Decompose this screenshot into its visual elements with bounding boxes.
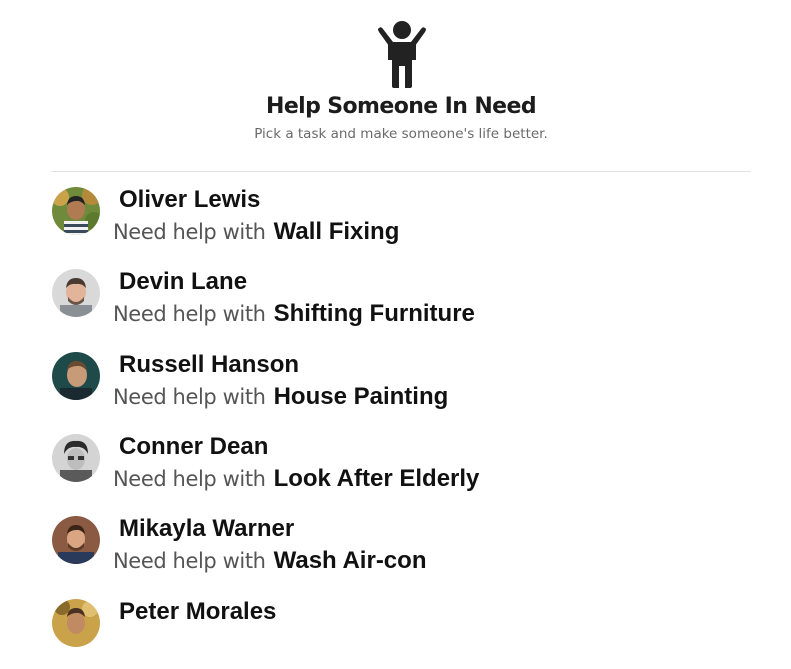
avatar xyxy=(52,187,100,235)
avatar xyxy=(52,269,100,317)
help-prefix: Need help with xyxy=(113,220,266,244)
help-prefix: Need help with xyxy=(113,385,266,409)
list-item[interactable]: Peter Morales xyxy=(51,598,751,669)
requester-name: Conner Dean xyxy=(119,433,269,460)
avatar xyxy=(52,516,100,564)
requester-name: Oliver Lewis xyxy=(119,186,261,213)
task-name[interactable]: Wall Fixing xyxy=(274,218,400,245)
help-line: Need help with Shifting Furniture xyxy=(113,300,475,328)
help-line: Need help with Wall Fixing xyxy=(113,218,399,246)
help-prefix: Need help with xyxy=(113,467,266,491)
requester-name: Mikayla Warner xyxy=(119,515,295,542)
task-name[interactable]: Shifting Furniture xyxy=(274,300,475,327)
help-prefix: Need help with xyxy=(113,302,266,326)
help-prefix: Need help with xyxy=(113,549,266,573)
help-line: Need help with House Painting xyxy=(113,383,448,411)
list-item[interactable]: Devin Lane Need help with Shifting Furnit… xyxy=(51,268,751,339)
avatar xyxy=(52,599,100,647)
list-item[interactable]: Mikayla Warner Need help with Wash Air-co… xyxy=(51,515,751,586)
help-line: Need help with Wash Air-con xyxy=(113,547,426,575)
task-name[interactable]: Wash Air-con xyxy=(274,547,427,574)
avatar xyxy=(52,352,100,400)
avatar xyxy=(52,434,100,482)
requester-name: Devin Lane xyxy=(119,268,248,295)
list-item[interactable]: Conner Dean Need help with Look After Eld… xyxy=(51,433,751,504)
requester-name: Russell Hanson xyxy=(119,351,300,378)
help-request-list: Oliver Lewis Need help with Wall Fixing D… xyxy=(0,0,791,647)
task-name[interactable]: House Painting xyxy=(274,383,449,410)
list-item[interactable]: Oliver Lewis Need help with Wall Fixing xyxy=(51,186,751,257)
requester-name: Peter Morales xyxy=(119,598,277,625)
help-line: Need help with Look After Elderly xyxy=(113,465,479,493)
list-item[interactable]: Russell Hanson Need help with House Paint… xyxy=(51,351,751,422)
task-name[interactable]: Look After Elderly xyxy=(274,465,480,492)
